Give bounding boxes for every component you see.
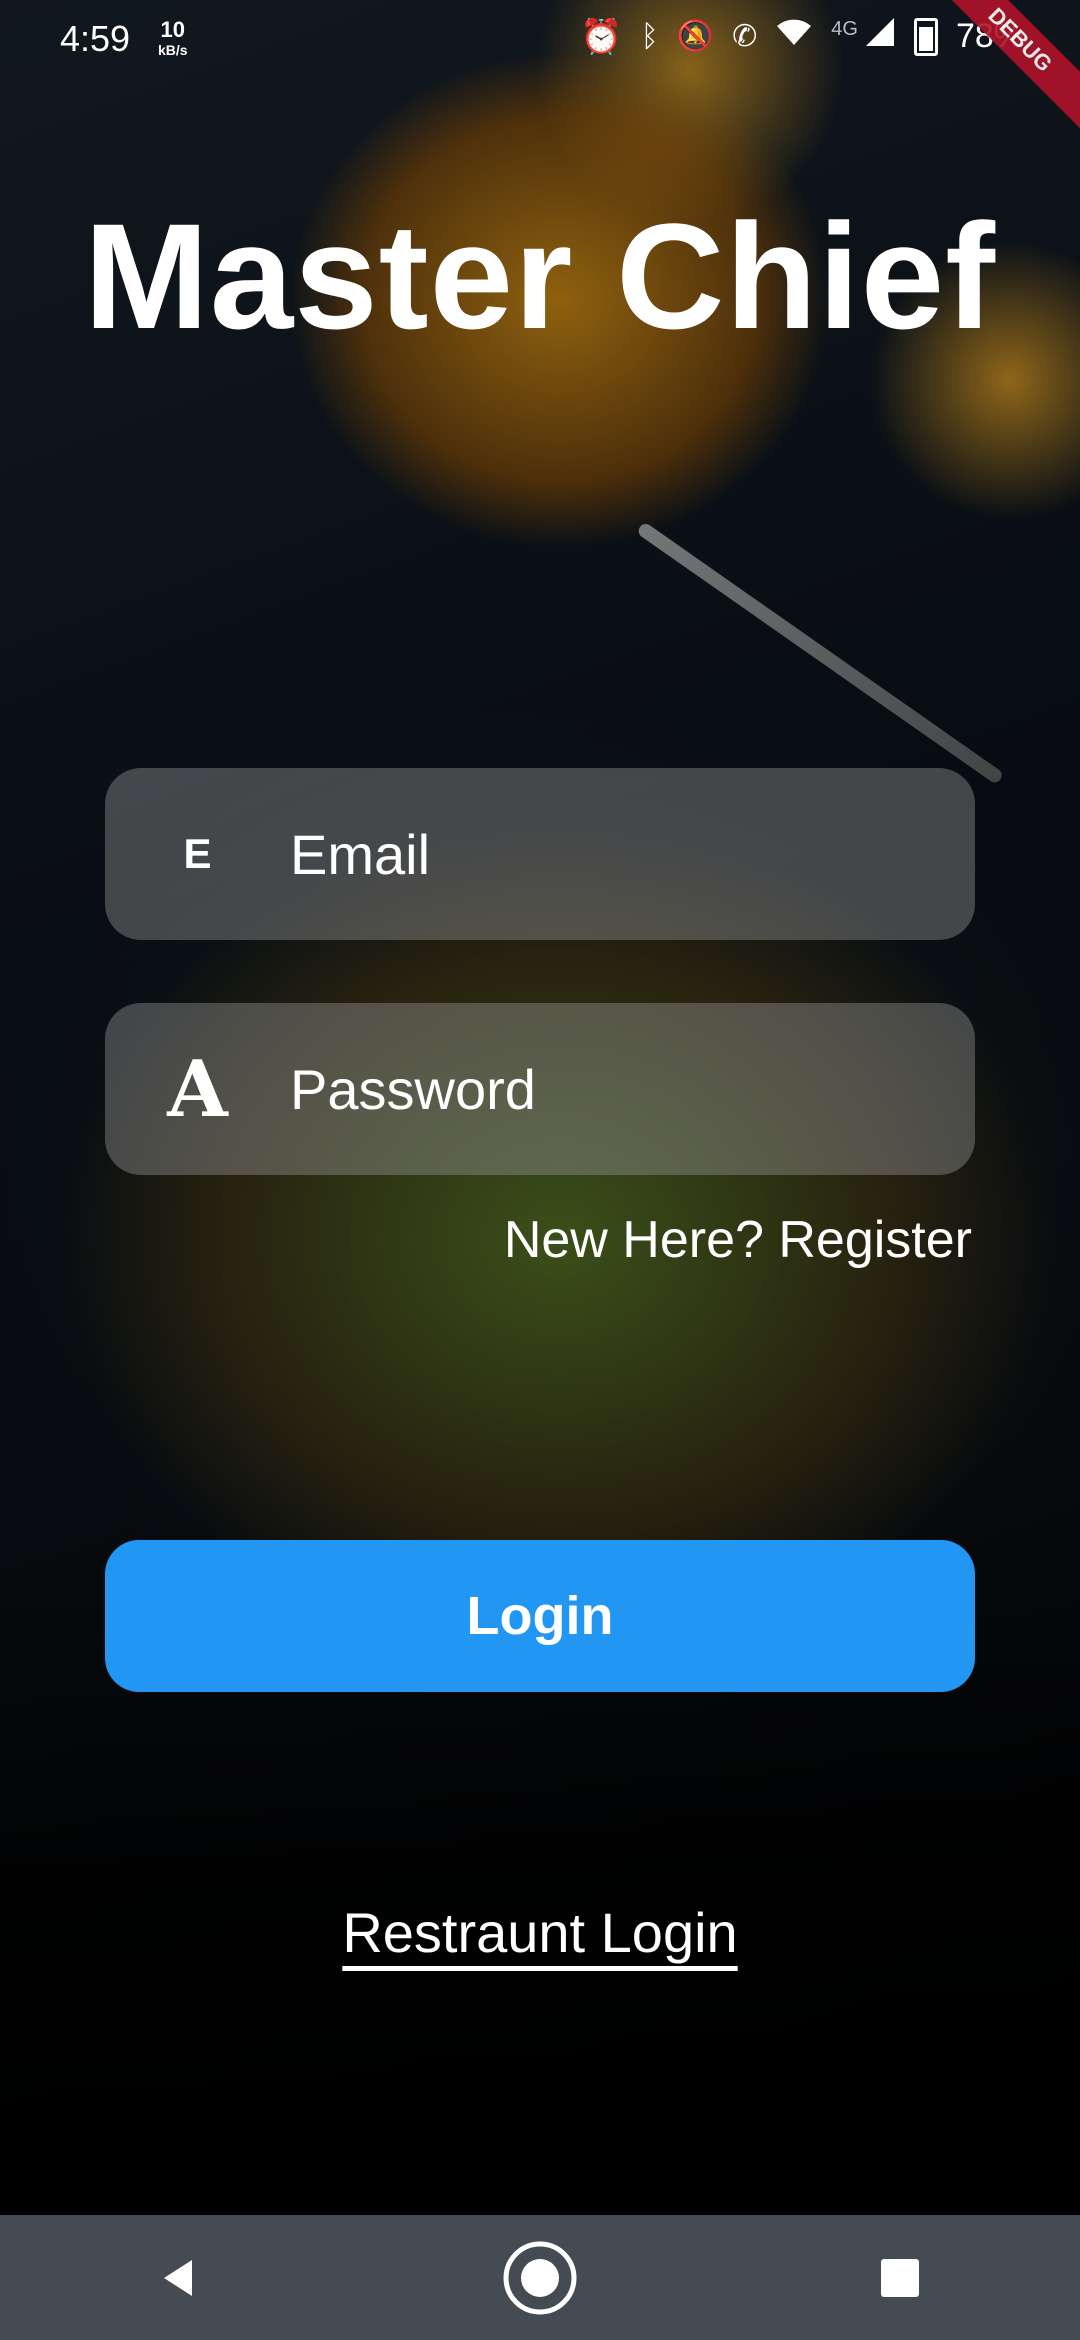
app-title: Master Chief — [83, 192, 997, 360]
signal-icon — [864, 16, 896, 57]
status-icons: ⏰ ᛒ 🔕 ✆ 4G 78% — [580, 16, 1024, 57]
password-input[interactable] — [290, 1003, 930, 1175]
status-time: 4:59 — [60, 18, 131, 59]
network-speed-unit: kB/s — [158, 42, 188, 58]
network-speed: 10 kB/s — [158, 17, 188, 60]
password-lead-glyph: A — [167, 1043, 228, 1135]
navigation-bar — [0, 2215, 1080, 2340]
register-link[interactable]: New Here? Register — [504, 1210, 972, 1270]
network-speed-value: 10 — [160, 17, 186, 42]
restaurant-login-link[interactable]: Restraunt Login — [342, 1901, 737, 1964]
status-bar: 4:59 10 kB/s ⏰ ᛒ 🔕 ✆ 4G 78% — [0, 0, 1080, 80]
email-lead-glyph: E — [183, 830, 212, 877]
back-icon[interactable] — [135, 2233, 225, 2323]
restaurant-login-container: Restraunt Login — [0, 1900, 1080, 1965]
battery-icon — [913, 17, 938, 56]
call-icon: ✆ — [732, 20, 758, 53]
home-icon[interactable] — [495, 2233, 585, 2323]
recents-icon[interactable] — [855, 2233, 945, 2323]
network-type: 4G — [831, 18, 858, 40]
email-field[interactable]: E — [105, 768, 975, 940]
login-button[interactable]: Login — [105, 1540, 975, 1692]
password-field[interactable]: A — [105, 1003, 975, 1175]
alarm-icon: ⏰ — [580, 17, 623, 56]
bluetooth-icon: ᛒ — [640, 19, 659, 53]
wifi-icon — [775, 17, 813, 56]
email-input[interactable] — [290, 768, 930, 940]
silent-icon: 🔕 — [676, 20, 715, 53]
login-screen: 4:59 10 kB/s ⏰ ᛒ 🔕 ✆ 4G 78% DEBUG Master… — [0, 0, 1080, 2340]
